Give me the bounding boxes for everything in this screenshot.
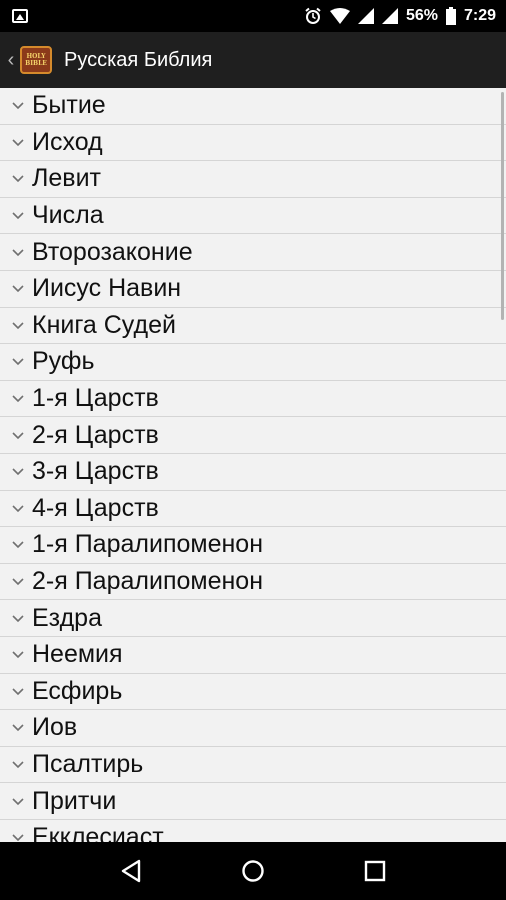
home-icon	[242, 860, 264, 882]
book-list-item[interactable]: Левит	[0, 161, 506, 198]
app-logo-text: HOLY BIBLE	[25, 53, 47, 67]
book-label: 2-я Паралипоменон	[32, 567, 263, 596]
book-label: Екклесиаст	[32, 823, 164, 842]
app-logo[interactable]: HOLY BIBLE	[20, 46, 52, 74]
book-list-item[interactable]: Есфирь	[0, 673, 506, 711]
chevron-down-icon	[0, 281, 32, 296]
chevron-down-icon	[0, 245, 32, 260]
book-list[interactable]: Бытие Исход Левит Числа Второзаконие Иисус На…	[0, 88, 506, 842]
nav-recents-button[interactable]	[355, 851, 395, 891]
book-label: Числа	[32, 201, 104, 230]
book-list-item[interactable]: Числа	[0, 197, 506, 235]
chevron-down-icon	[0, 98, 32, 113]
status-bar: 56% 7:29	[0, 0, 506, 32]
back-chevron-icon[interactable]: ‹	[4, 49, 18, 72]
book-list-item[interactable]: Исход	[0, 124, 506, 162]
book-list-item[interactable]: 4-я Царств	[0, 490, 506, 528]
book-list-item[interactable]: Притчи	[0, 783, 506, 820]
signal-icon	[357, 8, 374, 24]
book-label: 4-я Царств	[32, 493, 159, 522]
chevron-down-icon	[0, 171, 32, 186]
app-bar: ‹ HOLY BIBLE Русская Библия	[0, 32, 506, 88]
book-list-item[interactable]: Бытие	[0, 88, 506, 125]
back-icon	[121, 859, 141, 883]
status-left	[12, 9, 28, 23]
book-label: Неемия	[32, 640, 123, 669]
book-label: 1-я Царств	[32, 384, 159, 413]
nav-back-button[interactable]	[111, 851, 151, 891]
book-list-item[interactable]: 3-я Царств	[0, 453, 506, 491]
book-list-item[interactable]: 1-я Царств	[0, 380, 506, 418]
chevron-down-icon	[0, 428, 32, 443]
app-title: Русская Библия	[64, 48, 213, 71]
clock: 7:29	[463, 7, 496, 24]
chevron-down-icon	[0, 830, 32, 842]
book-label: Исход	[32, 127, 103, 156]
chevron-down-icon	[0, 464, 32, 479]
book-list-item[interactable]: 1-я Паралипоменон	[0, 527, 506, 564]
status-right: 56% 7:29	[304, 7, 496, 25]
book-label: Есфирь	[32, 676, 123, 705]
wifi-icon	[329, 8, 350, 24]
scrollbar[interactable]	[501, 92, 504, 320]
book-list-item[interactable]: Неемия	[0, 636, 506, 674]
chevron-down-icon	[0, 684, 32, 699]
alarm-icon	[305, 7, 321, 24]
book-list-item[interactable]: Книга Судей	[0, 307, 506, 345]
book-label: 1-я Паралипоменон	[32, 530, 263, 559]
book-label: Ездра	[32, 603, 102, 632]
recents-icon	[364, 860, 386, 882]
book-list-item[interactable]: Екклесиаст	[0, 819, 506, 842]
book-list-item[interactable]: Псалтирь	[0, 746, 506, 784]
chevron-down-icon	[0, 574, 32, 589]
chevron-down-icon	[0, 720, 32, 735]
chevron-down-icon	[0, 757, 32, 772]
battery-icon	[445, 7, 456, 25]
book-list-item[interactable]: Ездра	[0, 600, 506, 637]
book-label: Бытие	[32, 91, 106, 120]
book-label: Притчи	[32, 786, 117, 815]
book-label: Руфь	[32, 347, 95, 376]
book-label: Псалтирь	[32, 749, 144, 778]
book-list-item[interactable]: Иисус Навин	[0, 270, 506, 308]
nav-home-button[interactable]	[233, 851, 273, 891]
chevron-down-icon	[0, 537, 32, 552]
book-label: Второзаконие	[32, 237, 193, 266]
book-label: Иов	[32, 713, 78, 742]
chevron-down-icon	[0, 354, 32, 369]
book-list-item[interactable]: 2-я Паралипоменон	[0, 563, 506, 601]
book-label: 3-я Царств	[32, 457, 159, 486]
chevron-down-icon	[0, 318, 32, 333]
book-list-item[interactable]: Руфь	[0, 344, 506, 381]
book-list-item[interactable]: 2-я Царств	[0, 417, 506, 454]
book-label: Книга Судей	[32, 310, 176, 339]
book-list-item[interactable]: Иов	[0, 710, 506, 747]
book-label: Левит	[32, 164, 102, 193]
battery-percent: 56%	[405, 7, 438, 24]
signal-icon-2	[381, 8, 398, 24]
chevron-down-icon	[0, 501, 32, 516]
nav-bar	[0, 842, 506, 900]
chevron-down-icon	[0, 135, 32, 150]
book-label: 2-я Царств	[32, 420, 159, 449]
book-rows: Бытие Исход Левит Числа Второзаконие Иисус На…	[0, 88, 506, 842]
chevron-down-icon	[0, 794, 32, 809]
chevron-down-icon	[0, 391, 32, 406]
image-icon	[12, 9, 28, 23]
chevron-down-icon	[0, 611, 32, 626]
book-list-item[interactable]: Второзаконие	[0, 234, 506, 271]
chevron-down-icon	[0, 647, 32, 662]
book-label: Иисус Навин	[32, 274, 182, 303]
chevron-down-icon	[0, 208, 32, 223]
